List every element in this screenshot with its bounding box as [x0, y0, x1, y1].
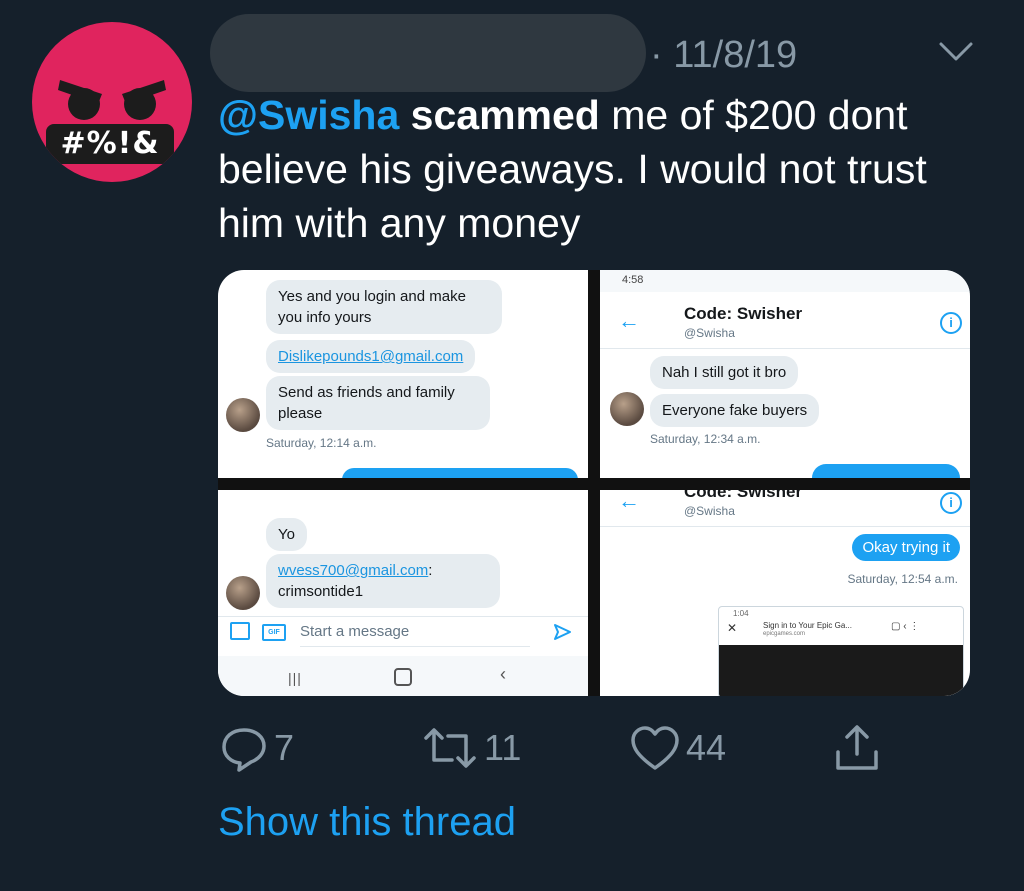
message-timestamp: Saturday, 12:34 a.m.	[650, 432, 761, 446]
info-icon[interactable]: i	[940, 492, 962, 514]
message-bubble: Yes and you login and make you info your…	[266, 280, 502, 334]
contact-avatar	[226, 398, 260, 432]
mini-status-time: 1:04	[733, 609, 749, 618]
tweet-date[interactable]: · 11/8/19	[650, 34, 797, 77]
mini-page-content	[719, 645, 963, 696]
sent-bubble-edge	[342, 468, 578, 478]
divider	[218, 616, 588, 617]
sent-message: Okay trying it	[852, 534, 960, 561]
message-bubble: Send as friends and family please	[266, 376, 490, 430]
reply-button[interactable]: 7	[218, 720, 294, 776]
reply-count: 7	[274, 727, 295, 768]
retweet-button[interactable]: 11	[420, 720, 521, 776]
message-bubble-link: wvess700@gmail.com: crimsontide1	[266, 554, 500, 608]
message-bubble: Nah I still got it bro	[650, 356, 799, 389]
avatar[interactable]: #%!&	[32, 22, 192, 182]
date-separator: ·	[650, 34, 663, 76]
conversation-handle: @Swisha	[684, 504, 735, 518]
bold-word: scammed	[410, 92, 600, 138]
mention-link[interactable]: @Swisha	[218, 92, 399, 138]
recents-icon[interactable]: |||	[288, 670, 302, 686]
status-bar: 4:58	[600, 270, 970, 292]
show-thread-link[interactable]: Show this thread	[218, 800, 516, 845]
message-bubble: Yo	[266, 518, 307, 551]
gif-icon[interactable]: GIF	[262, 624, 286, 641]
like-count: 44	[686, 727, 727, 768]
email-link: Dislikepounds1@gmail.com	[278, 348, 464, 365]
shared-link-preview[interactable]: 1:04 ✕ Sign in to Your Epic Ga... epicga…	[718, 606, 964, 696]
message-bubble-link: Dislikepounds1@gmail.com	[266, 340, 476, 373]
share-button[interactable]	[830, 720, 884, 776]
screenshot-panel-4[interactable]: ← Code: Swisher @Swisha i Okay trying it…	[600, 490, 970, 696]
like-button[interactable]: 44	[628, 720, 726, 776]
back-arrow-icon[interactable]: ←	[618, 308, 640, 334]
censored-badge: #%!&	[46, 124, 174, 164]
close-icon[interactable]: ✕	[727, 621, 737, 635]
screenshot-panel-2[interactable]: 4:58 ← Code: Swisher @Swisha i Nah I sti…	[600, 270, 970, 478]
divider	[600, 526, 970, 527]
screenshot-panel-1[interactable]: Yes and you login and make you info your…	[218, 270, 588, 478]
date-text: 11/8/19	[673, 34, 798, 76]
message-text: crimsontide1	[278, 583, 364, 600]
tweet-text: @Swisha scammed me of $200 dont believe …	[218, 88, 998, 250]
send-icon[interactable]	[552, 622, 572, 642]
status-time: 4:58	[622, 274, 644, 286]
info-icon[interactable]: i	[940, 312, 962, 334]
image-icon[interactable]	[230, 622, 250, 640]
retweet-count: 11	[484, 727, 522, 768]
heart-icon	[631, 726, 679, 770]
email-link: wvess700@gmail.com	[278, 562, 429, 579]
message-timestamp: Saturday, 12:54 a.m.	[847, 572, 958, 586]
message-placeholder: Start a message	[300, 623, 410, 640]
link-suffix: :	[428, 562, 433, 579]
sent-bubble-edge	[812, 464, 960, 478]
redacted-username[interactable]	[210, 14, 646, 92]
chevron-down-icon[interactable]	[938, 40, 974, 64]
screenshot-panel-3[interactable]: Yo wvess700@gmail.com: crimsontide1 GIF …	[218, 490, 588, 696]
conversation-title: Code: Swisher	[684, 490, 803, 501]
mini-page-url: epicgames.com	[763, 631, 806, 637]
grid-divider-horizontal	[218, 478, 970, 490]
retweet-icon	[424, 728, 476, 768]
contact-avatar	[226, 576, 260, 610]
mini-toolbar-icons: ▢ ‹ ⋮	[891, 621, 920, 632]
share-icon	[836, 725, 878, 770]
media-grid[interactable]: Yes and you login and make you info your…	[218, 270, 970, 696]
contact-avatar	[610, 392, 644, 426]
nav-back-icon[interactable]: ‹	[500, 664, 506, 685]
android-nav-bar: ||| ‹	[218, 656, 588, 696]
message-bubble: Everyone fake buyers	[650, 394, 820, 427]
conversation-handle: @Swisha	[684, 326, 735, 340]
message-timestamp: Saturday, 12:14 a.m.	[266, 436, 377, 450]
divider	[600, 348, 970, 349]
conversation-title: Code: Swisher	[684, 304, 803, 323]
mini-page-title: Sign in to Your Epic Ga...	[763, 621, 852, 630]
home-icon[interactable]	[394, 668, 412, 686]
message-input[interactable]: Start a message	[300, 620, 530, 647]
back-arrow-icon[interactable]: ←	[618, 490, 640, 514]
reply-icon	[222, 728, 266, 772]
